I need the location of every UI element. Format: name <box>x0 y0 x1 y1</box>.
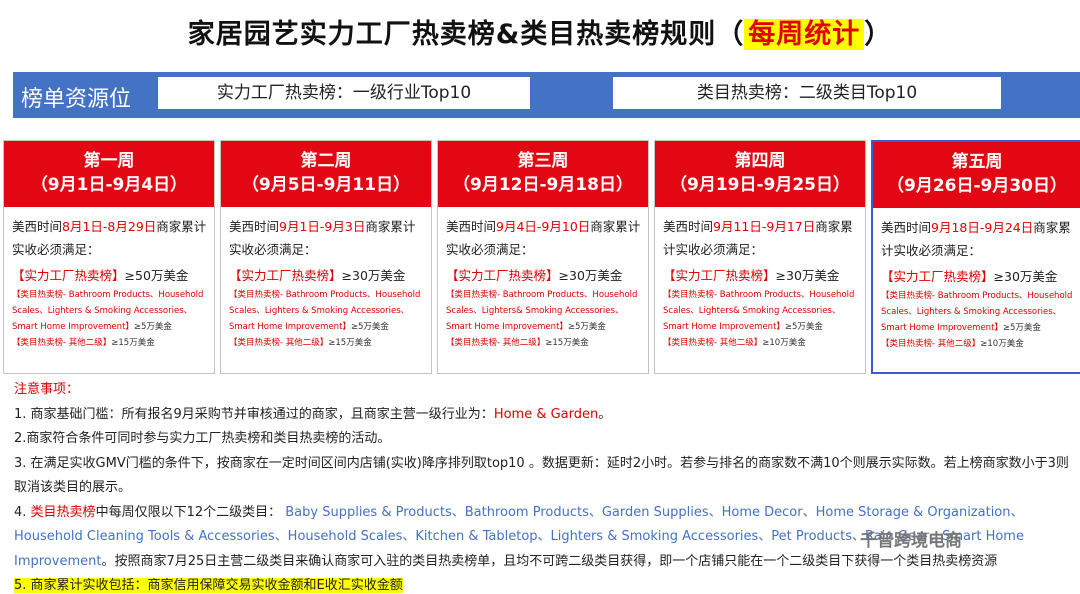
week-name: 第一周 <box>83 151 135 171</box>
notes-section: 注意事项： 1. 商家基础门槛：所有报名9月采购节并审核通过的商家，且商家主营一… <box>14 378 1080 594</box>
week-factory-threshold: 【实力工厂热卖榜】≥30万美金 <box>663 268 840 283</box>
week-range: （9月5日-9月11日） <box>241 175 411 195</box>
week-body: 美西时间9月11日-9月17日商家累计实收必须满足： 【实力工厂热卖榜】≥30万美… <box>655 207 865 351</box>
week-header: 第二周 （9月5日-9月11日） <box>221 141 431 207</box>
week-factory-threshold: 【实力工厂热卖榜】≥50万美金 <box>12 268 189 283</box>
week-card-4: 第四周 （9月19日-9月25日） 美西时间9月11日-9月17日商家累计实收必须满… <box>654 140 866 374</box>
note-5: 5. 商家累计实收包括：商家信用保障交易实收金额和E收汇实收金额 <box>14 578 403 593</box>
week-other-threshold: 【类目热卖榜- 其他二级】≥15万美金 <box>229 338 372 348</box>
week-range: （9月19日-9月25日） <box>669 175 851 195</box>
week-category-threshold: 【类目热卖榜- Bathroom Products、Household Scal… <box>881 291 1073 333</box>
week-card-5: 第五周 （9月26日-9月30日） 美西时间9月18日-9月24日商家累计实收必须满… <box>871 140 1080 374</box>
note-2: 2.商家符合条件可同时参与实力工厂热卖榜和类目热卖榜的活动。 <box>14 431 391 446</box>
week-name: 第五周 <box>951 152 1003 172</box>
week-name: 第三周 <box>517 151 569 171</box>
week-period: 美西时间8月1日-8月29日商家累计实收必须满足： <box>12 219 207 257</box>
week-period: 美西时间9月11日-9月17日商家累计实收必须满足： <box>663 219 853 257</box>
week-range: （9月1日-9月4日） <box>30 175 188 195</box>
title-highlight: 每周统计 <box>744 19 865 50</box>
note-1: 1. 商家基础门槛：所有报名9月采购节并审核通过的商家，且商家主营一级行业为：H… <box>14 406 612 422</box>
week-header: 第三周 （9月12日-9月18日） <box>438 141 648 207</box>
title-text: 家居园艺实力工厂热卖榜&类目热卖榜规则（ <box>187 19 745 50</box>
notes-header: 注意事项： <box>14 382 80 397</box>
week-card-3: 第三周 （9月12日-9月18日） 美西时间9月4日-9月10日商家累计实收必须满足… <box>437 140 649 374</box>
week-header: 第一周 （9月1日-9月4日） <box>4 141 214 207</box>
week-body: 美西时间9月4日-9月10日商家累计实收必须满足： 【实力工厂热卖榜】≥30万美金… <box>438 207 648 351</box>
resource-box-factory: 实力工厂热卖榜：一级行业Top10 <box>158 77 530 109</box>
week-card-2: 第二周 （9月5日-9月11日） 美西时间9月1日-9月3日商家累计实收必须满足： 【… <box>220 140 432 374</box>
note-3: 3. 在满足实收GMV门槛的条件下，按商家在一定时间区间内店铺(实收)降序排列取… <box>14 455 1069 496</box>
week-period: 美西时间9月1日-9月3日商家累计实收必须满足： <box>229 219 416 257</box>
week-name: 第四周 <box>734 151 786 171</box>
week-factory-threshold: 【实力工厂热卖榜】≥30万美金 <box>229 268 406 283</box>
week-category-threshold: 【类目热卖榜- Bathroom Products、Household Scal… <box>12 290 204 332</box>
week-range: （9月12日-9月18日） <box>452 175 634 195</box>
week-body: 美西时间9月18日-9月24日商家累计实收必须满足： 【实力工厂热卖榜】≥30万美… <box>873 208 1080 352</box>
week-header: 第四周 （9月19日-9月25日） <box>655 141 865 207</box>
title-close: ） <box>864 19 893 50</box>
week-card-1: 第一周 （9月1日-9月4日） 美西时间8月1日-8月29日商家累计实收必须满足： 【… <box>3 140 215 374</box>
week-name: 第二周 <box>300 151 352 171</box>
week-body: 美西时间8月1日-8月29日商家累计实收必须满足： 【实力工厂热卖榜】≥50万美金… <box>4 207 214 351</box>
week-range: （9月26日-9月30日） <box>886 176 1068 196</box>
week-other-threshold: 【类目热卖榜- 其他二级】≥15万美金 <box>12 338 155 348</box>
week-category-threshold: 【类目热卖榜- Bathroom Products、Household Scal… <box>663 290 855 332</box>
page-title: 家居园艺实力工厂热卖榜&类目热卖榜规则（ 每周统计） <box>0 12 1080 51</box>
week-other-threshold: 【类目热卖榜- 其他二级】≥10万美金 <box>881 339 1024 349</box>
week-period: 美西时间9月18日-9月24日商家累计实收必须满足： <box>881 220 1071 258</box>
week-body: 美西时间9月1日-9月3日商家累计实收必须满足： 【实力工厂热卖榜】≥30万美金【… <box>221 207 431 351</box>
resource-label: 榜单资源位 <box>21 87 132 112</box>
resource-box-category: 类目热卖榜：二级类目Top10 <box>613 77 1001 109</box>
week-factory-threshold: 【实力工厂热卖榜】≥30万美金 <box>446 268 623 283</box>
week-other-threshold: 【类目热卖榜- 其他二级】≥15万美金 <box>446 338 589 348</box>
week-period: 美西时间9月4日-9月10日商家累计实收必须满足： <box>446 219 641 257</box>
week-other-threshold: 【类目热卖榜- 其他二级】≥10万美金 <box>663 338 806 348</box>
week-factory-threshold: 【实力工厂热卖榜】≥30万美金 <box>881 269 1058 284</box>
week-category-threshold: 【类目热卖榜- Bathroom Products、Household Scal… <box>446 290 638 332</box>
resource-bar: 榜单资源位 实力工厂热卖榜：一级行业Top10 类目热卖榜：二级类目Top10 <box>13 72 1080 118</box>
week-header: 第五周 （9月26日-9月30日） <box>873 142 1080 208</box>
watermark-text: 千普跨境电商 <box>860 531 962 551</box>
week-category-threshold: 【类目热卖榜- Bathroom Products、Household Scal… <box>229 290 421 332</box>
